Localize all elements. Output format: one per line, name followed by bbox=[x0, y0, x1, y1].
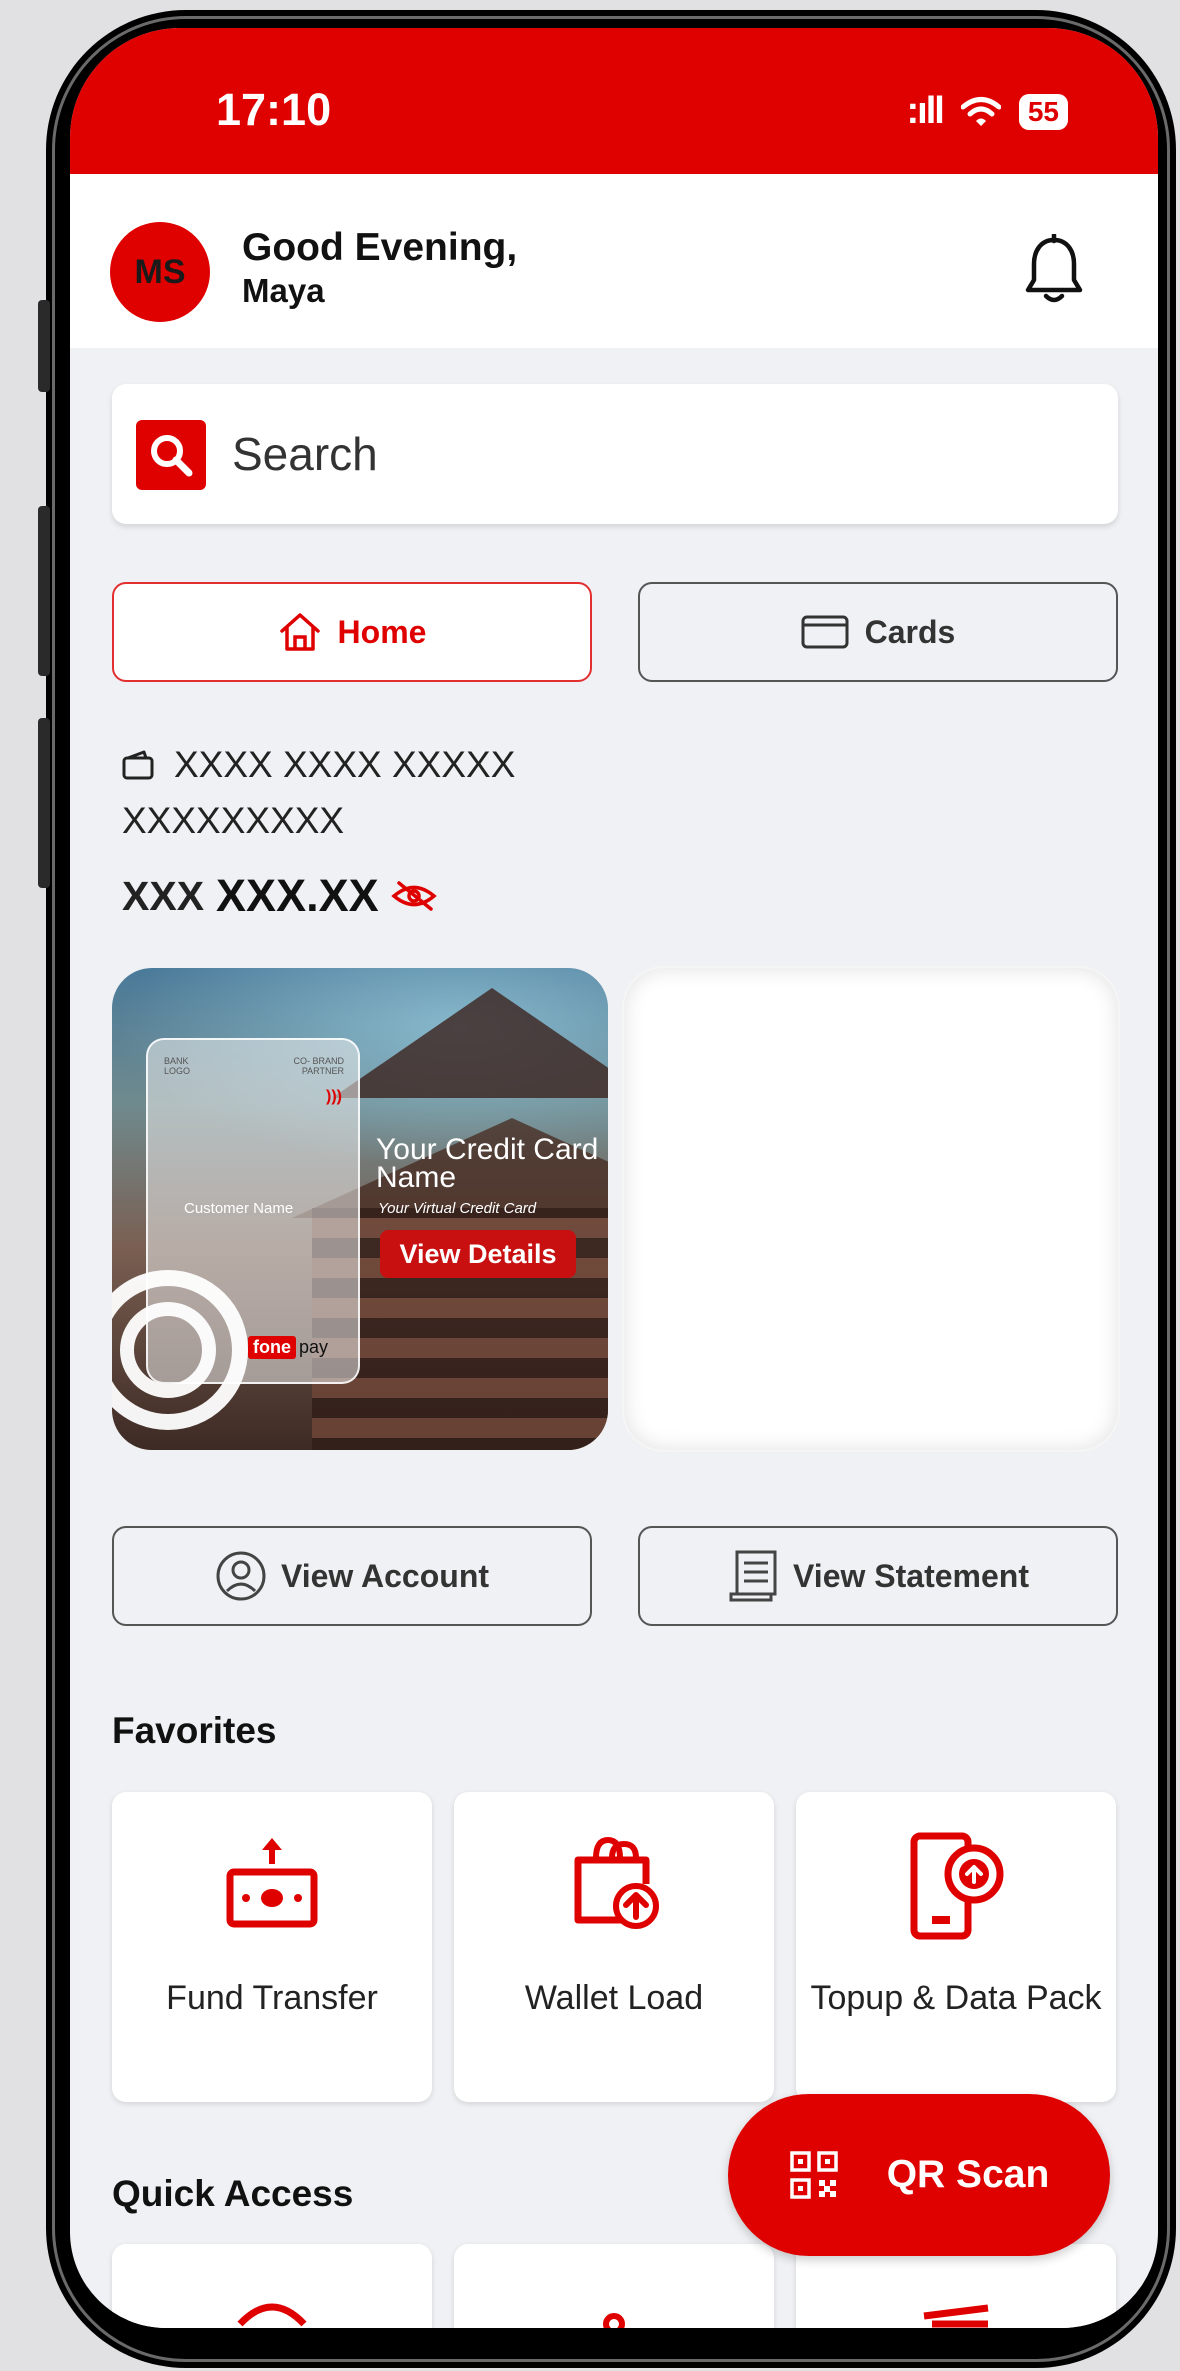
fund-transfer-tile[interactable]: Fund Transfer bbox=[112, 1792, 432, 2102]
volume-up-button bbox=[38, 506, 50, 676]
wallet-icon bbox=[122, 750, 154, 780]
tab-cards-label: Cards bbox=[864, 613, 956, 650]
quick-access-icon bbox=[923, 2304, 989, 2328]
status-time: 17:10 bbox=[216, 84, 332, 135]
battery-indicator: 55 bbox=[1018, 93, 1068, 130]
promo-placeholder bbox=[624, 968, 1118, 1450]
cobrand-logo: CO- BRAND PARTNER bbox=[293, 1056, 344, 1076]
quick-access-tile[interactable] bbox=[454, 2244, 774, 2328]
app-screen: 17:10 :ıll 55 MS Good Evening, Maya Sear… bbox=[70, 28, 1158, 2328]
bank-logo: BANK LOGO bbox=[164, 1056, 191, 1076]
fund-transfer-icon bbox=[226, 1838, 318, 1928]
tab-home[interactable]: Home bbox=[112, 582, 592, 682]
search-icon[interactable] bbox=[136, 420, 206, 490]
status-icons: :ıll 55 bbox=[907, 90, 1068, 133]
tab-home-label: Home bbox=[337, 613, 427, 650]
topup-icon bbox=[910, 1832, 1004, 1940]
wallet-load-tile[interactable]: Wallet Load bbox=[454, 1792, 774, 2102]
favorites-title: Favorites bbox=[112, 1710, 277, 1751]
action-button bbox=[38, 300, 50, 392]
user-circle-icon bbox=[216, 1551, 266, 1601]
qr-scan-label: QR Scan bbox=[886, 2153, 1050, 2196]
header: MS Good Evening, Maya bbox=[70, 174, 1158, 348]
quick-access-icon bbox=[603, 2313, 625, 2328]
credit-card-promo[interactable]: BANK LOGO CO- BRAND PARTNER ))) Customer… bbox=[112, 968, 608, 1450]
home-icon bbox=[279, 613, 320, 651]
signal-icon: :ıll bbox=[906, 90, 945, 132]
customer-name: Customer Name bbox=[184, 1200, 294, 1217]
account-number-line2: XXXXXXXXX bbox=[122, 800, 345, 841]
card-arc bbox=[120, 1302, 216, 1398]
quick-access-title: Quick Access bbox=[112, 2173, 354, 2214]
search-box bbox=[112, 384, 1118, 524]
balance: XXX XXX.XX bbox=[122, 870, 437, 922]
fav-label: Wallet Load bbox=[524, 1979, 704, 2017]
search-input[interactable] bbox=[232, 418, 1072, 490]
wallet-load-icon bbox=[574, 1836, 659, 1929]
fav-label: Topup & Data Pack bbox=[810, 1979, 1102, 2017]
volume-down-button bbox=[38, 718, 50, 888]
avatar[interactable]: MS bbox=[110, 222, 210, 322]
eye-off-icon[interactable] bbox=[390, 879, 437, 913]
fav-label: Fund Transfer bbox=[166, 1979, 378, 2017]
statement-icon bbox=[729, 1550, 777, 1602]
fonepay-pay: pay bbox=[299, 1337, 329, 1357]
quick-access-tile[interactable] bbox=[112, 2244, 432, 2328]
topup-tile[interactable]: Topup & Data Pack bbox=[796, 1792, 1116, 2102]
balance-currency: XXX bbox=[122, 872, 205, 919]
qr-scan-button[interactable]: QR Scan bbox=[728, 2094, 1110, 2256]
temple-roof bbox=[332, 988, 608, 1098]
wifi-icon bbox=[960, 96, 1001, 126]
balance-amount: XXX.XX bbox=[216, 870, 379, 921]
tab-cards[interactable]: Cards bbox=[638, 582, 1118, 682]
account-number-line1: XXXX XXXX XXXXX bbox=[174, 744, 516, 785]
quick-access-icon bbox=[237, 2303, 307, 2327]
card-subtitle: Your Virtual Credit Card bbox=[378, 1200, 537, 1217]
view-statement-button[interactable]: View Statement bbox=[638, 1526, 1118, 1626]
card-icon bbox=[801, 615, 849, 649]
card-mockup: BANK LOGO CO- BRAND PARTNER ))) Customer… bbox=[112, 1038, 360, 1430]
view-details-button[interactable]: View Details bbox=[380, 1230, 576, 1278]
greeting-text: Good Evening, bbox=[242, 226, 518, 269]
card-title: Your Credit Card Name bbox=[376, 1133, 599, 1194]
fonepay-fone: fone bbox=[248, 1336, 296, 1359]
view-statement-label: View Statement bbox=[793, 1557, 1029, 1594]
status-bar: 17:10 :ıll 55 bbox=[70, 28, 1158, 174]
contactless-icon: ))) bbox=[326, 1088, 342, 1105]
account-number: XXXX XXXX XXXXX bbox=[122, 744, 515, 786]
user-name: Maya bbox=[242, 272, 325, 309]
view-account-button[interactable]: View Account bbox=[112, 1526, 592, 1626]
fonepay-logo: fone pay bbox=[248, 1336, 328, 1359]
quick-access-tile[interactable] bbox=[796, 2244, 1116, 2328]
bell-icon[interactable] bbox=[1022, 234, 1086, 308]
view-account-label: View Account bbox=[280, 1557, 490, 1594]
qr-code-icon bbox=[789, 2151, 838, 2199]
